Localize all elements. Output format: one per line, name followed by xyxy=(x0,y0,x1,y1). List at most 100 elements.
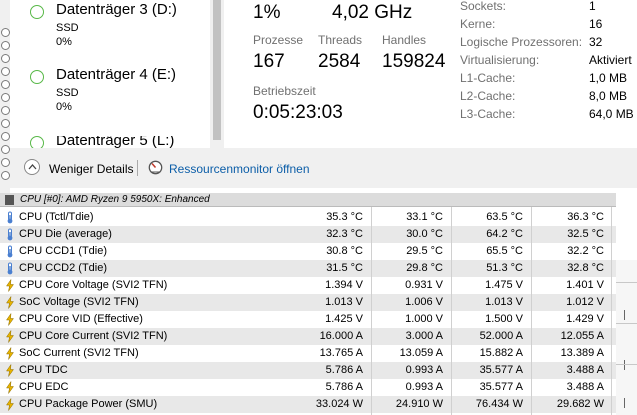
sensor-avg-value: 13.389 A xyxy=(560,347,604,359)
sensor-current-value: 1.425 V xyxy=(325,313,363,325)
radio-knob-icon xyxy=(1,67,10,76)
threads-label: Threads xyxy=(318,33,363,47)
lightning-icon xyxy=(6,381,14,394)
disk-activity-icon xyxy=(30,136,44,148)
sensor-max-value: 52.000 A xyxy=(479,330,523,342)
property-label: L1-Cache: xyxy=(460,71,516,85)
table-row[interactable]: CPU Core Current (SVI2 TFN) 16.000 A 3.000… xyxy=(0,328,616,345)
device-item-disk-5[interactable]: Datenträger 5 (L:) xyxy=(30,136,210,148)
uptime-label: Betriebszeit xyxy=(253,84,316,98)
sensor-current-value: 13.765 A xyxy=(319,347,363,359)
property-label: L3-Cache: xyxy=(460,107,516,121)
table-row[interactable]: CPU CCD2 (Tdie) 31.5 °C 29.8 °C 51.3 °C 32.8… xyxy=(0,260,616,277)
table-row[interactable]: SoC Voltage (SVI2 TFN) 1.013 V 1.006 V 1.01… xyxy=(0,294,616,311)
sensor-current-value: 30.8 °C xyxy=(326,245,363,257)
fewer-details-button[interactable] xyxy=(24,159,40,175)
sensor-name: CPU (Tctl/Tdie) xyxy=(19,211,94,223)
task-manager-performance-pane: Datenträger 3 (D:) SSD 0% Datenträger 4 … xyxy=(10,0,637,195)
table-row[interactable]: CPU EDC 5.786 A 0.993 A 35.577 A 3.488 A xyxy=(0,379,616,396)
radio-knob-icon xyxy=(1,28,10,37)
sensor-avg-value: 32.5 °C xyxy=(567,228,604,240)
sensor-min-value: 13.059 A xyxy=(399,347,443,359)
processes-value: 167 xyxy=(253,51,285,72)
footer-separator xyxy=(137,160,138,176)
lightning-icon xyxy=(6,279,14,292)
resource-monitor-icon[interactable] xyxy=(148,160,163,175)
lightning-icon xyxy=(6,296,14,309)
table-row[interactable]: CPU Package Power (SMU) 33.024 W 24.910 W 7… xyxy=(0,396,616,413)
sensor-avg-value: 1.012 V xyxy=(566,296,604,308)
sensor-min-value: 24.910 W xyxy=(395,398,443,410)
radio-knob-icon xyxy=(1,41,10,50)
resource-monitor-link[interactable]: Ressourcenmonitor öffnen xyxy=(169,162,310,176)
sensor-avg-value: 1.429 V xyxy=(566,313,604,325)
background-window-scrollbar[interactable] xyxy=(616,260,637,415)
sensor-current-value: 33.024 W xyxy=(315,398,363,410)
table-row[interactable]: CPU CCD1 (Tdie) 30.8 °C 29.5 °C 65.5 °C 32.2… xyxy=(0,243,616,260)
sensor-group-title: CPU [#0]: AMD Ryzen 9 5950X: Enhanced xyxy=(20,194,210,205)
table-row[interactable]: CPU Core VID (Effective) 1.425 V 1.000 V 1.… xyxy=(0,311,616,328)
chip-icon xyxy=(5,195,14,205)
thermometer-icon xyxy=(7,262,13,275)
property-value: 16 xyxy=(589,17,603,31)
table-row[interactable]: CPU (Tctl/Tdie) 35.3 °C 33.1 °C 63.5 °C 36.3… xyxy=(0,209,616,226)
sensor-max-value: 1.013 V xyxy=(485,296,523,308)
sensor-max-value: 65.5 °C xyxy=(486,245,523,257)
uptime-value: 0:05:23:03 xyxy=(253,102,343,123)
sensor-max-value: 35.577 A xyxy=(479,381,523,393)
disk-usage: 0% xyxy=(56,101,72,113)
thermometer-icon xyxy=(7,211,13,224)
handles-value: 159824 xyxy=(382,51,446,72)
sensor-max-value: 76.434 W xyxy=(475,398,523,410)
radio-knob-icon xyxy=(1,106,10,115)
radio-knob-icon xyxy=(1,158,10,167)
sensor-name: CPU Core Voltage (SVI2 TFN) xyxy=(19,279,168,291)
background-window-edge xyxy=(0,0,10,195)
sensor-avg-value: 3.488 A xyxy=(566,364,604,376)
table-row[interactable]: SoC Current (SVI2 TFN) 13.765 A 13.059 A 15… xyxy=(0,345,616,362)
property-value: 32 xyxy=(589,35,603,49)
thermometer-icon xyxy=(7,245,13,258)
table-row[interactable]: CPU Die (average) 32.3 °C 30.0 °C 64.2 °C 32… xyxy=(0,226,616,243)
lightning-icon xyxy=(6,313,14,326)
table-row[interactable]: CPU TDC 5.786 A 0.993 A 35.577 A 3.488 A xyxy=(0,362,616,379)
lightning-icon xyxy=(6,364,14,377)
sensor-max-value: 1.500 V xyxy=(485,313,523,325)
fewer-details-link[interactable]: Weniger Details xyxy=(49,162,133,176)
sensor-current-value: 31.5 °C xyxy=(326,262,363,274)
scrollbar-thumb[interactable] xyxy=(213,0,221,140)
sensor-max-value: 15.882 A xyxy=(479,347,523,359)
sensor-group-header[interactable]: CPU [#0]: AMD Ryzen 9 5950X: Enhanced xyxy=(0,193,616,207)
property-value: Aktiviert xyxy=(589,53,632,67)
sensor-current-value: 5.786 A xyxy=(325,364,363,376)
property-label: Logische Prozessoren: xyxy=(460,35,583,49)
sensor-name: SoC Voltage (SVI2 TFN) xyxy=(19,296,139,308)
property-label: Kerne: xyxy=(460,17,496,31)
task-manager-footer: Weniger Details Ressourcenmonitor öffnen xyxy=(10,148,637,188)
sensor-name: SoC Current (SVI2 TFN) xyxy=(19,347,139,359)
radio-knob-icon xyxy=(1,80,10,89)
device-list-scrollbar[interactable] xyxy=(210,0,224,148)
sensor-min-value: 3.000 A xyxy=(405,330,443,342)
disk-activity-icon xyxy=(30,70,44,84)
disk-type: SSD xyxy=(56,87,79,99)
sensor-min-value: 1.006 V xyxy=(405,296,443,308)
sensor-name: CPU Core VID (Effective) xyxy=(19,313,143,325)
sensor-max-value: 64.2 °C xyxy=(486,228,523,240)
sensor-min-value: 0.993 A xyxy=(405,364,443,376)
cpu-speed: 4,02 GHz xyxy=(332,2,413,23)
disk-usage: 0% xyxy=(56,36,72,48)
sensor-current-value: 1.394 V xyxy=(325,279,363,291)
sensor-max-value: 63.5 °C xyxy=(486,211,523,223)
table-row[interactable]: CPU Core Voltage (SVI2 TFN) 1.394 V 0.931 … xyxy=(0,277,616,294)
radio-knob-icon xyxy=(1,54,10,63)
disk-name: Datenträger 4 (E:) xyxy=(56,66,177,83)
sensor-max-value: 1.475 V xyxy=(485,279,523,291)
device-list: Datenträger 3 (D:) SSD 0% Datenträger 4 … xyxy=(10,0,225,148)
disk-activity-icon xyxy=(30,5,44,19)
property-value: 1,0 MB xyxy=(589,71,628,85)
sensor-avg-value: 29.682 W xyxy=(556,398,604,410)
radio-knob-icon xyxy=(1,93,10,102)
sensor-min-value: 33.1 °C xyxy=(406,211,443,223)
lightning-icon xyxy=(6,398,14,411)
